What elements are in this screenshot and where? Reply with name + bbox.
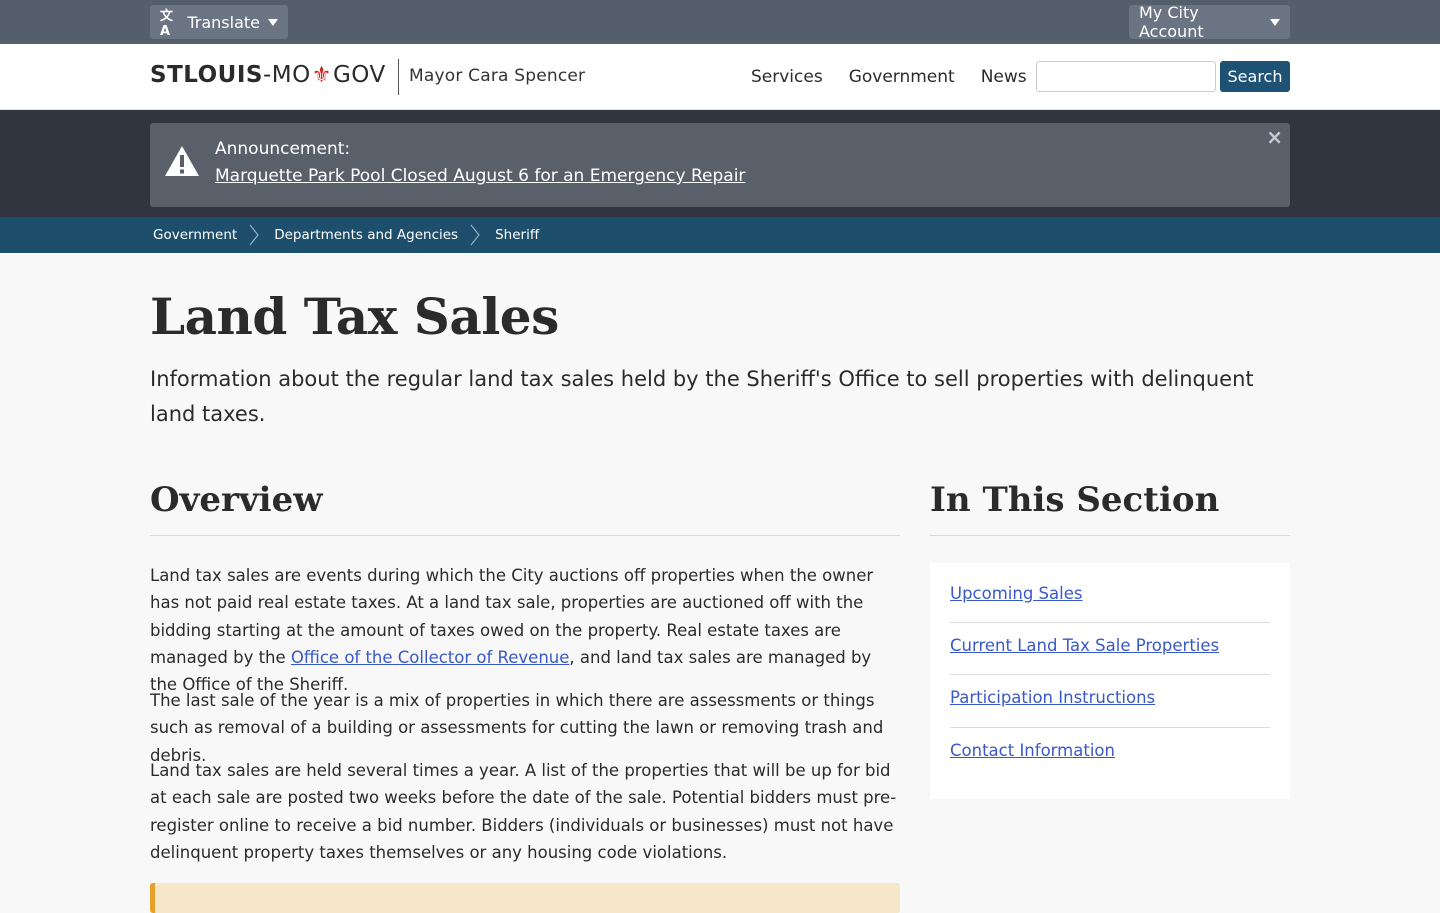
section-item-contact: Contact Information: [950, 741, 1270, 760]
breadcrumb-item-government[interactable]: Government: [153, 227, 237, 243]
search-button[interactable]: Search: [1220, 61, 1290, 92]
chevron-down-icon: [268, 18, 278, 26]
overview-paragraph-3: Land tax sales are held several times a …: [150, 761, 897, 862]
chevron-right-icon: [249, 224, 259, 246]
page-title: Land Tax Sales: [150, 287, 559, 346]
close-icon[interactable]: ×: [1266, 125, 1283, 149]
nav-item-government[interactable]: Government: [849, 67, 955, 87]
mayor-name[interactable]: Mayor Cara Spencer: [409, 66, 585, 86]
logo-divider: [398, 59, 399, 95]
announcement-band: Announcement: Marquette Park Pool Closed…: [0, 110, 1440, 217]
section-link[interactable]: Upcoming Sales: [950, 584, 1082, 603]
nav-item-services[interactable]: Services: [751, 67, 823, 87]
announcement-box: Announcement: Marquette Park Pool Closed…: [150, 123, 1290, 207]
section-link[interactable]: Current Land Tax Sale Properties: [950, 636, 1219, 655]
section-item-participation: Participation Instructions: [950, 688, 1270, 707]
section-link[interactable]: Participation Instructions: [950, 688, 1155, 707]
chevron-down-icon: [1270, 18, 1280, 26]
site-logo[interactable]: STLOUIS -MO ⚜ GOV: [150, 62, 386, 88]
main-nav: Services Government News: [751, 67, 1027, 87]
translate-button[interactable]: 文A Translate: [150, 5, 288, 39]
callout-box: [150, 883, 900, 913]
divider: [950, 622, 1270, 623]
collector-of-revenue-link[interactable]: Office of the Collector of Revenue: [291, 648, 570, 667]
announcement-link[interactable]: Marquette Park Pool Closed August 6 for …: [215, 166, 745, 186]
divider: [950, 727, 1270, 728]
account-label: My City Account: [1139, 3, 1204, 41]
overview-heading: Overview: [150, 480, 323, 520]
section-link[interactable]: Contact Information: [950, 741, 1115, 760]
translate-label: Translate: [187, 12, 260, 32]
my-city-account-button[interactable]: My City Account: [1129, 3, 1290, 41]
translate-icon: 文A: [160, 9, 173, 39]
section-nav: Upcoming Sales Current Land Tax Sale Pro…: [930, 563, 1290, 799]
section-item-current-properties: Current Land Tax Sale Properties: [950, 636, 1270, 655]
search-input[interactable]: [1036, 61, 1216, 92]
divider: [150, 535, 900, 536]
warning-icon: [165, 146, 199, 176]
page-lede: Information about the regular land tax s…: [150, 367, 1254, 426]
breadcrumb-item-departments[interactable]: Departments and Agencies: [274, 227, 458, 243]
breadcrumb: Government Departments and Agencies Sher…: [0, 217, 1440, 253]
fleur-de-lis-icon: ⚜: [311, 62, 332, 88]
site-header: STLOUIS -MO ⚜ GOV Mayor Cara Spencer Servic…: [0, 44, 1440, 110]
divider: [930, 535, 1290, 536]
divider: [950, 674, 1270, 675]
breadcrumb-item-sheriff[interactable]: Sheriff: [495, 227, 539, 243]
section-item-upcoming-sales: Upcoming Sales: [950, 584, 1270, 603]
nav-item-news[interactable]: News: [981, 67, 1027, 87]
announcement-title: Announcement:: [215, 139, 351, 159]
in-this-section-heading: In This Section: [930, 480, 1220, 520]
overview-paragraph-1: Land tax sales are events during which t…: [150, 566, 874, 695]
utility-bar: 文A Translate My City Account: [0, 0, 1440, 44]
chevron-right-icon: [470, 224, 480, 246]
